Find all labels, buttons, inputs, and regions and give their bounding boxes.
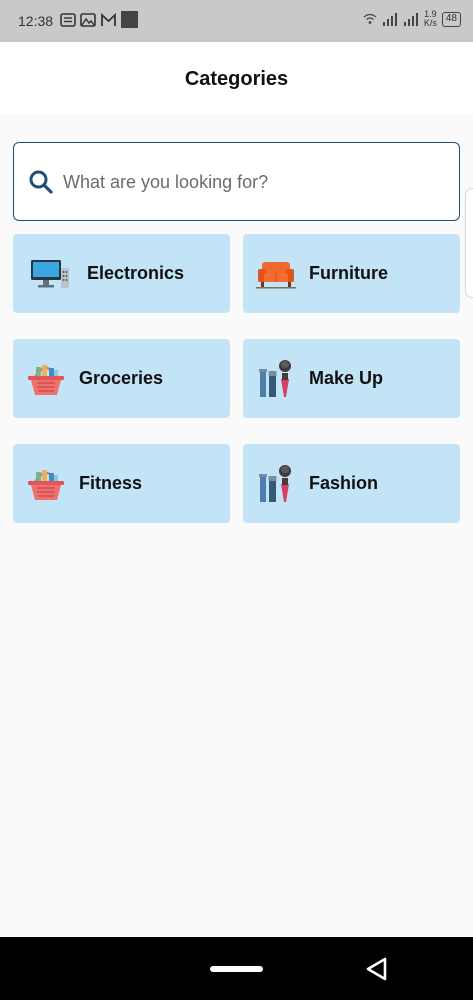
search-input[interactable] (63, 168, 443, 196)
app-header: Categories (0, 42, 473, 114)
search-icon (29, 170, 53, 194)
monitor-icon (30, 254, 70, 294)
category-label: Make Up (309, 368, 384, 388)
home-button[interactable] (210, 966, 263, 972)
status-right: 1.9 K/s 48 (363, 10, 461, 28)
wifi-icon (363, 13, 377, 24)
category-card-fitness[interactable]: Fitness (13, 444, 230, 523)
makeup-icon (256, 464, 296, 504)
signal-icon-2 (403, 12, 418, 26)
battery-indicator: 48 (441, 11, 461, 27)
category-card-make-up[interactable]: Make Up (243, 339, 460, 418)
basket-icon (26, 359, 66, 399)
notification-icons (60, 11, 138, 28)
page-title: Categories (184, 68, 289, 90)
makeup-icon (256, 359, 296, 399)
net-speed-unit: K/s (423, 18, 437, 28)
back-icon[interactable] (362, 954, 392, 984)
status-bar: 12:38 1.9 K/s 48 (0, 0, 473, 42)
basket-icon (26, 464, 66, 504)
side-edge-handle (465, 188, 473, 298)
search-box[interactable] (13, 142, 460, 221)
category-label: Furniture (309, 263, 388, 283)
gmail-icon (101, 12, 116, 26)
category-label: Fashion (309, 473, 379, 493)
system-nav-bar (0, 937, 473, 1000)
sofa-icon (256, 254, 296, 294)
status-time: 12:38 (18, 13, 54, 29)
category-card-furniture[interactable]: Furniture (243, 234, 460, 313)
category-card-electronics[interactable]: Electronics (13, 234, 230, 313)
category-label: Electronics (87, 263, 185, 283)
category-card-fashion[interactable]: Fashion (243, 444, 460, 523)
app-icon (121, 11, 138, 28)
network-speed: 1.9 K/s (424, 10, 437, 28)
category-label: Fitness (79, 473, 143, 493)
message-icon (60, 12, 76, 27)
gallery-icon (80, 12, 96, 27)
category-card-groceries[interactable]: Groceries (13, 339, 230, 418)
signal-icon (382, 12, 397, 26)
category-label: Groceries (79, 368, 164, 388)
